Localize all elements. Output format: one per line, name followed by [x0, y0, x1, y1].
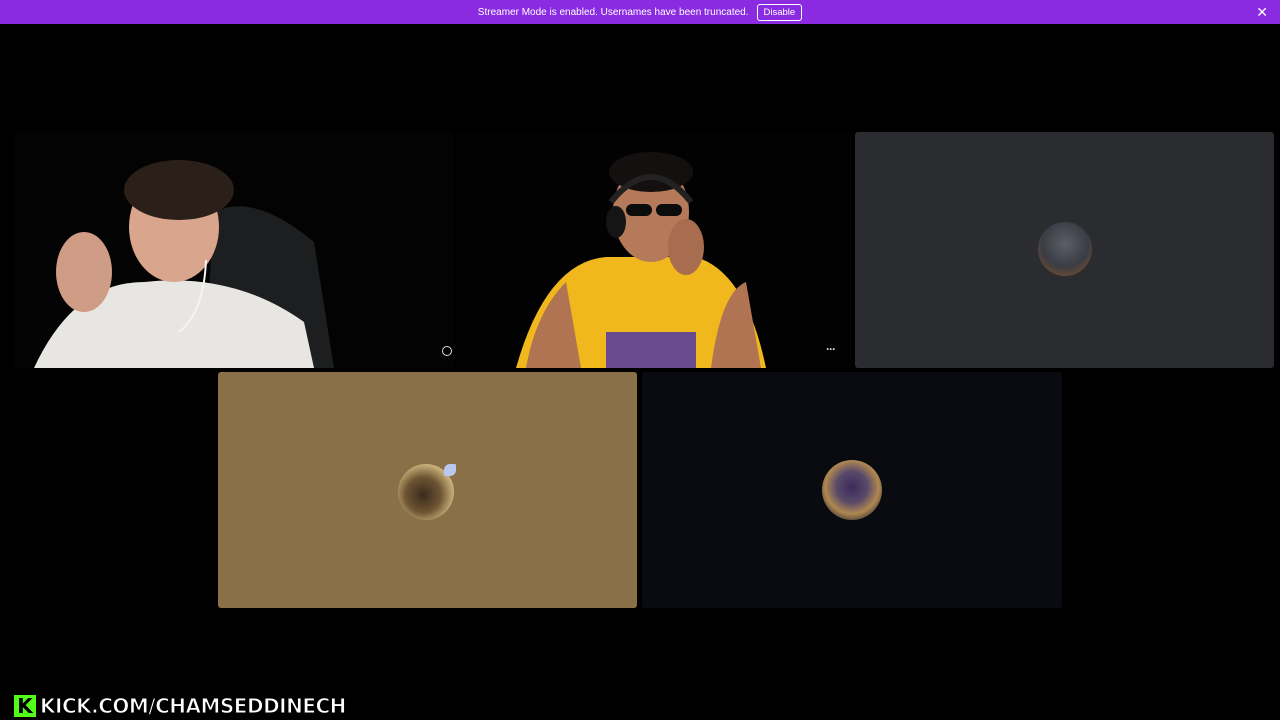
butterfly-icon [444, 464, 456, 476]
streamer-mode-message: Streamer Mode is enabled. Usernames have… [477, 6, 749, 18]
more-options-icon[interactable]: ··· [826, 342, 836, 356]
participant-4-tile[interactable] [218, 372, 637, 608]
participant-3-avatar [1038, 222, 1092, 276]
participant-1-camera[interactable] [14, 132, 454, 368]
disable-streamer-mode-button[interactable]: Disable [756, 3, 803, 21]
camera-switch-icon[interactable] [442, 346, 452, 356]
kick-logo: K [12, 693, 38, 719]
participant-5-tile[interactable] [642, 372, 1062, 608]
participant-2-video [456, 132, 852, 368]
participant-2-camera[interactable]: ··· [456, 132, 852, 368]
close-banner-icon[interactable]: ✕ [1256, 5, 1268, 19]
participant-5-avatar [822, 460, 882, 520]
participant-3-tile[interactable] [855, 132, 1274, 368]
stream-watermark: K KICK.COM/CHAMSEDDINECH [12, 693, 347, 719]
participant-1-video [14, 132, 454, 368]
watermark-text: KICK.COM/CHAMSEDDINECH [40, 694, 347, 719]
streamer-mode-banner: Streamer Mode is enabled. Usernames have… [0, 0, 1280, 24]
